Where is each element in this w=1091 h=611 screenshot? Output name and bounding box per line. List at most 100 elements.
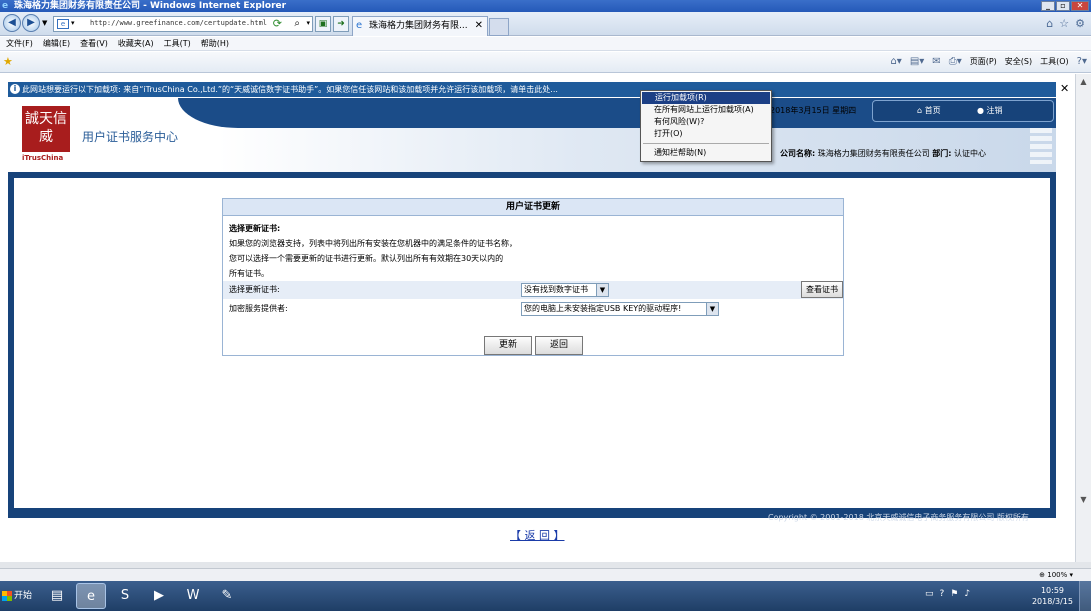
back-arrow-icon: ◀ [8, 17, 16, 28]
taskbar: 开始 ▤ e S ▶ W ✎ ▭ ? ⚑ ♪ 10:59 2018/3/15 [0, 581, 1091, 611]
csp-select[interactable]: 您的电脑上未安装指定USB KEY的驱动程序! ▼ [521, 302, 719, 316]
tab-title: 珠海格力集团财务有限... [369, 21, 468, 31]
status-bar: ⊕ 100% ▾ [0, 568, 1091, 581]
scroll-down-icon[interactable]: ▼ [1076, 492, 1091, 507]
page-icon: e [57, 19, 69, 29]
feeds-icon[interactable]: ▤▾ [910, 56, 924, 68]
forward-button[interactable]: ▶ [22, 14, 40, 32]
maximize-button[interactable]: ▫ [1056, 1, 1070, 11]
company-info: 公司名称: 珠海格力集团财务有限责任公司 部门: 认证中心 [780, 148, 986, 159]
taskbar-media[interactable]: ▶ [144, 583, 174, 609]
print-icon[interactable]: ⎙▾ [949, 56, 962, 68]
scroll-up-icon[interactable]: ▲ [1076, 74, 1091, 89]
show-desktop-button[interactable] [1079, 581, 1091, 611]
taskbar-app-s[interactable]: S [110, 583, 140, 609]
menu-favorites[interactable]: 收藏夹(A) [118, 37, 154, 50]
help-icon[interactable]: ?▾ [1077, 56, 1087, 68]
desc-line: 您可以选择一个需要更新的证书进行更新。默认列出所有有效期在30天以内的 [229, 254, 504, 263]
gear-icon[interactable]: ⚙ [1075, 17, 1085, 30]
menu-open[interactable]: 打开(O) [641, 128, 771, 140]
navigation-bar: ◀ ▶ ▼ e ▾ http://www.greefinance.com/cer… [0, 12, 1091, 36]
address-dropdown-icon[interactable]: ▾ [71, 19, 75, 27]
tray-help-icon[interactable]: ? [940, 589, 945, 599]
site-body: 用户证书更新 选择更新证书: 如果您的浏览器支持，列表中将列出所有安装在您机器中… [14, 178, 1050, 508]
taskbar-ie[interactable]: e [76, 583, 106, 609]
refresh-icon[interactable]: ⟳ [273, 18, 282, 30]
logout-link[interactable]: ● 注销 [977, 106, 1003, 116]
menu-run-addon[interactable]: 运行加载项(R) [642, 92, 770, 104]
safety-menu[interactable]: 安全(S) [1005, 56, 1032, 68]
dept-label: 部门: [932, 149, 952, 158]
menu-tools[interactable]: 工具(T) [164, 37, 191, 50]
menu-run-addon-all-sites[interactable]: 在所有网站上运行加载项(A) [641, 104, 771, 116]
back-button-form[interactable]: 返回 [535, 336, 583, 355]
clock[interactable]: 10:59 2018/3/15 [1032, 585, 1073, 607]
menu-edit[interactable]: 编辑(E) [43, 37, 70, 50]
update-button[interactable]: 更新 [484, 336, 532, 355]
favorites-star-icon[interactable]: ☆ [1059, 17, 1069, 30]
start-button[interactable]: 开始 [0, 584, 36, 608]
history-dropdown-icon[interactable]: ▼ [42, 19, 47, 27]
site-header: 誠天信威 iTrusChina 用户证书服务中心 2018年3月15日 星期四 … [8, 98, 1056, 172]
back-button[interactable]: ◀ [3, 14, 21, 32]
taskbar-tool[interactable]: ✎ [212, 583, 242, 609]
close-window-button[interactable]: ✕ [1071, 1, 1089, 11]
dept-name: 认证中心 [954, 149, 987, 158]
address-url[interactable]: http://www.greefinance.com/certupdate.ht… [90, 19, 267, 27]
home-link[interactable]: ⌂ 首页 [917, 106, 941, 116]
cert-label: 选择更新证书: [229, 285, 280, 294]
tray-flag-icon[interactable]: ⚑ [950, 589, 958, 599]
page-back-link[interactable]: 【 返 回 】 [510, 527, 565, 543]
taskbar-explorer[interactable]: ▤ [42, 583, 72, 609]
search-dropdown-icon[interactable]: ▾ [306, 19, 310, 27]
information-bar[interactable]: i 此网站想要运行以下加载项: 来自“iTrusChina Co.,Ltd.”的… [8, 82, 1056, 97]
tools-menu[interactable]: 工具(O) [1040, 56, 1069, 68]
menu-view[interactable]: 查看(V) [80, 37, 108, 50]
taskbar-word[interactable]: W [178, 583, 208, 609]
menu-separator [643, 143, 769, 144]
desc-heading: 选择更新证书: [229, 224, 281, 233]
cert-update-panel: 用户证书更新 选择更新证书: 如果您的浏览器支持，列表中将列出所有安装在您机器中… [222, 198, 844, 356]
app-s-icon: S [120, 588, 130, 603]
address-bar[interactable]: e ▾ http://www.greefinance.com/certupdat… [53, 16, 313, 32]
logout-icon: ● [977, 106, 984, 115]
csp-row: 加密服务提供者: 您的电脑上未安装指定USB KEY的驱动程序! ▼ [223, 300, 843, 318]
panel-description: 选择更新证书: 如果您的浏览器支持，列表中将列出所有安装在您机器中的满足条件的证… [229, 221, 517, 281]
clock-date: 2018/3/15 [1031, 597, 1073, 606]
new-tab-button[interactable] [489, 18, 509, 36]
tray-volume-icon[interactable]: ♪ [964, 589, 970, 599]
menu-help[interactable]: 帮助(H) [201, 37, 229, 50]
view-cert-button[interactable]: 查看证书 [801, 281, 843, 298]
mail-icon[interactable]: ✉ [932, 56, 940, 68]
chevron-down-icon: ▼ [706, 303, 718, 315]
menu-what-risk[interactable]: 有何风险(W)? [641, 116, 771, 128]
logo: 誠天信威 [22, 106, 70, 152]
window-title: 珠海格力集团财务有限责任公司 - Windows Internet Explor… [14, 1, 287, 11]
current-date: 2018年3月15日 星期四 [770, 106, 857, 115]
menu-infobar-help[interactable]: 通知栏帮助(N) [641, 147, 771, 159]
vertical-scrollbar[interactable]: ▲ ▼ [1075, 74, 1091, 562]
home-page-icon[interactable]: ⌂▾ [890, 56, 901, 68]
ie-icon: e [87, 589, 95, 604]
page-menu[interactable]: 页面(P) [970, 56, 997, 68]
page-content: i 此网站想要运行以下加载项: 来自“iTrusChina Co.,Ltd.”的… [0, 74, 1075, 562]
search-icon[interactable]: ⌕ [294, 18, 300, 30]
clock-time: 10:59 [1040, 586, 1065, 595]
window-titlebar: e 珠海格力集团财务有限责任公司 - Windows Internet Expl… [0, 0, 1091, 12]
minimize-button[interactable]: _ [1041, 1, 1055, 11]
tab-close-icon[interactable]: ✕ [475, 17, 483, 35]
menu-bar: 文件(F) 编辑(E) 查看(V) 收藏夹(A) 工具(T) 帮助(H) [0, 37, 1091, 51]
information-bar-close-icon[interactable]: ✕ [1060, 83, 1069, 95]
addon-context-menu: 运行加载项(R) 在所有网站上运行加载项(A) 有何风险(W)? 打开(O) 通… [640, 90, 772, 162]
tray-network-icon[interactable]: ▭ [925, 589, 934, 599]
menu-file[interactable]: 文件(F) [6, 37, 33, 50]
home-icon[interactable]: ⌂ [1046, 17, 1053, 30]
compat-view-button[interactable]: ▣ [315, 16, 331, 32]
tab-current[interactable]: e 珠海格力集团财务有限... ✕ [352, 16, 488, 36]
copyright: Copyright © 2001-2018 北京天威诚信电子商务服务有限公司 版… [768, 513, 1029, 522]
favorites-bar-star-icon[interactable]: ★ [3, 56, 13, 68]
cert-select[interactable]: 没有找到数字证书 ▼ [521, 283, 609, 297]
information-bar-text: 此网站想要运行以下加载项: 来自“iTrusChina Co.,Ltd.”的“天… [22, 85, 558, 94]
compat-icon: ▣ [318, 19, 328, 29]
go-button[interactable]: ➜ [333, 16, 349, 32]
